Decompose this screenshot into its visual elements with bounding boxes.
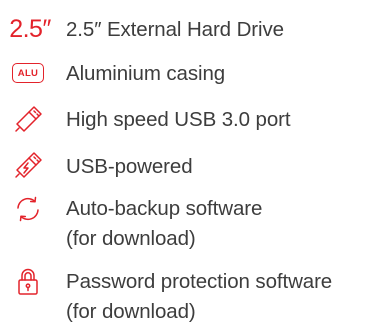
alu-badge: ALU bbox=[12, 63, 44, 83]
alu-badge-icon: ALU bbox=[8, 58, 48, 88]
size-2-5-inch-mark: 2.5″ bbox=[6, 14, 54, 44]
usb-power-icon bbox=[8, 148, 48, 182]
feature-label: USB-powered bbox=[66, 155, 193, 178]
padlock-icon bbox=[8, 267, 48, 297]
feature-label: Password protection software (for downlo… bbox=[66, 270, 333, 323]
feature-label: High speed USB 3.0 port bbox=[66, 108, 291, 131]
usb-stick-icon bbox=[8, 102, 48, 136]
size-mark-text: 2.5″ bbox=[9, 15, 51, 43]
feature-label: Auto-backup software (for download) bbox=[66, 197, 263, 250]
feature-label: 2.5″ External Hard Drive bbox=[66, 18, 284, 41]
sync-arrows-icon bbox=[8, 194, 48, 224]
feature-list: 2.5″ 2.5″ External Hard Drive ALU Alumin… bbox=[0, 0, 366, 331]
feature-label: Aluminium casing bbox=[66, 62, 226, 85]
